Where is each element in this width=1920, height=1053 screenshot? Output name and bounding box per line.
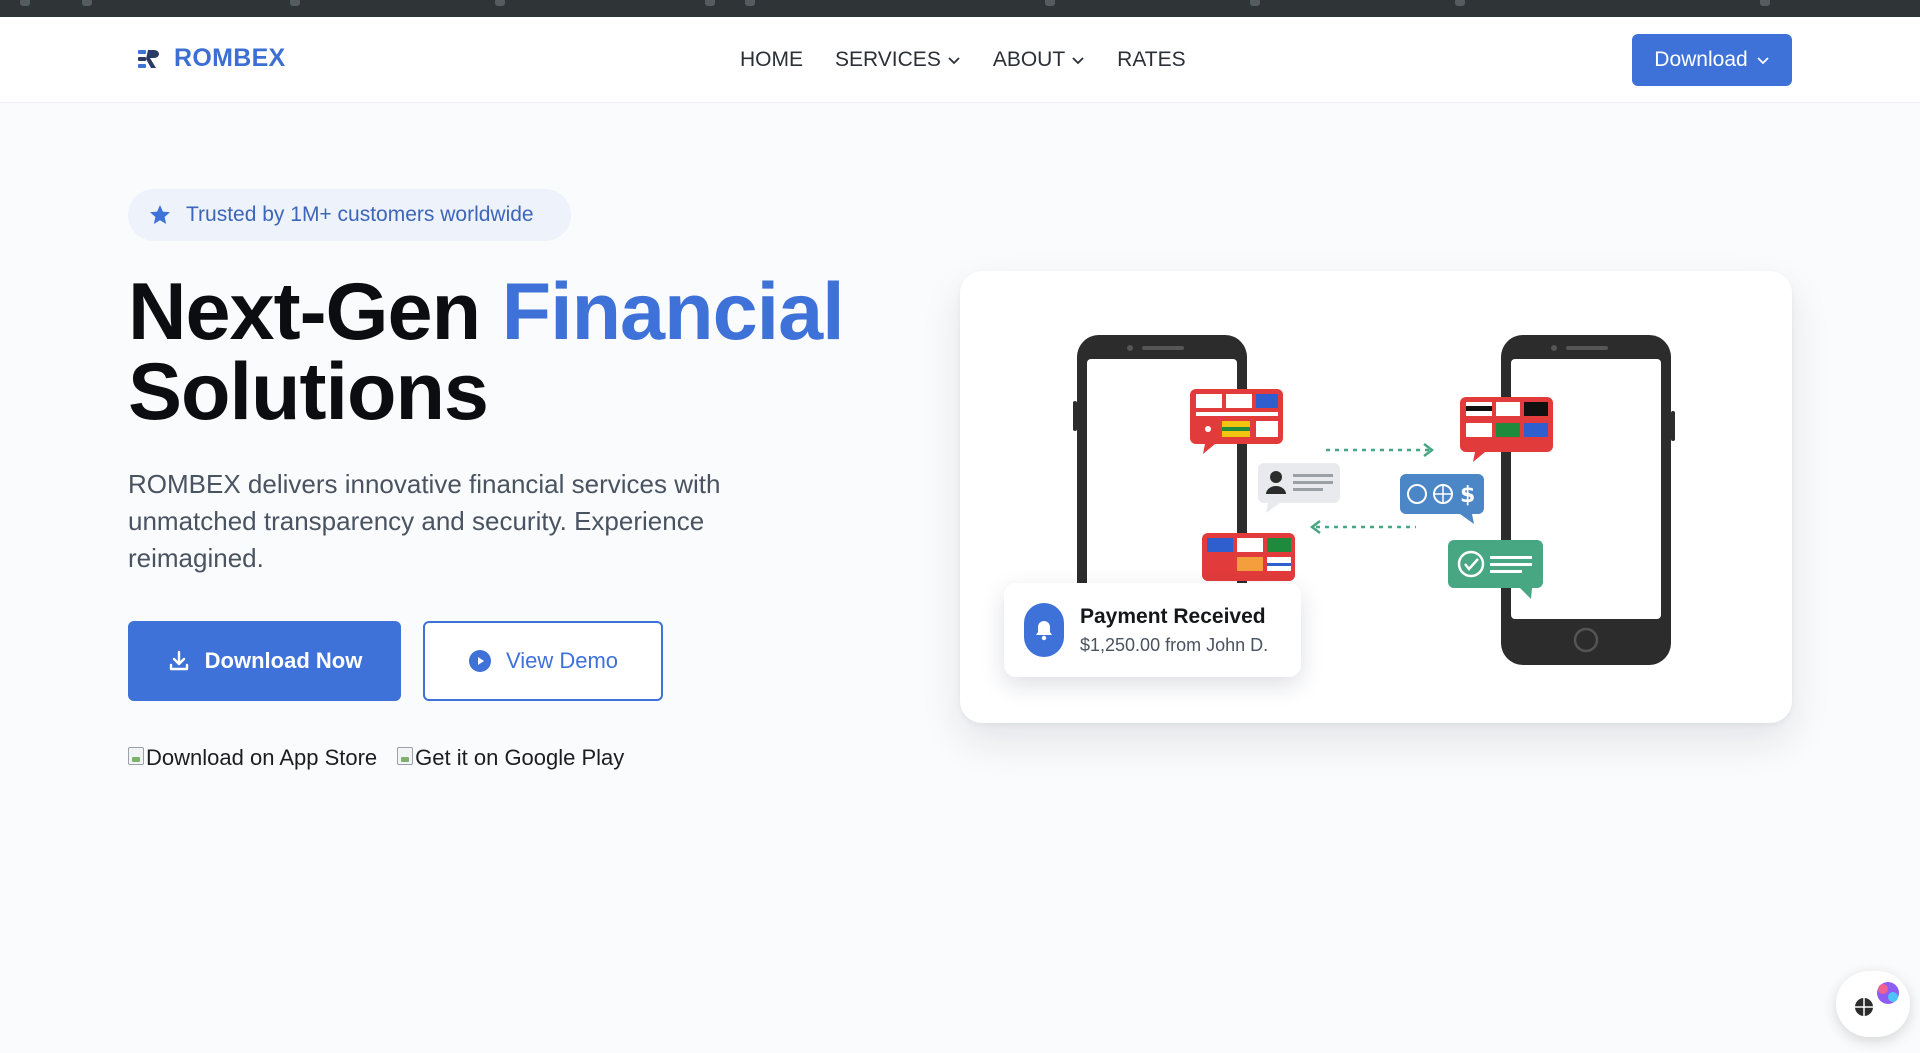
nav-rates-label: RATES [1117, 48, 1186, 71]
app-icon [1045, 0, 1055, 6]
main-nav: HOME SERVICES ABOUT RATES [740, 48, 1186, 72]
download-dropdown-label: Download [1654, 48, 1748, 71]
nav-home-label: HOME [740, 48, 803, 71]
assistant-icon [1855, 982, 1899, 1016]
bell-icon [1036, 621, 1052, 641]
app-icon [1250, 0, 1260, 6]
nav-about[interactable]: ABOUT [993, 48, 1085, 72]
app-icon [745, 0, 755, 6]
svg-text:$: $ [1460, 483, 1475, 508]
download-dropdown-button[interactable]: Download [1632, 34, 1792, 86]
bell-icon-badge [1024, 603, 1064, 657]
top-navbar: ROMBEX HOME SERVICES ABOUT RATES Downloa… [0, 17, 1920, 103]
notification-detail: $1,250.00 from John D. [1080, 634, 1269, 655]
hero-lead: ROMBEX delivers innovative financial ser… [128, 469, 721, 573]
view-demo-label: View Demo [505, 648, 619, 673]
payment-notification: Payment Received $1,250.00 from John D. [1004, 583, 1301, 677]
chevron-down-icon [948, 57, 960, 65]
hero-headline: Next-Gen Financial Solutions [128, 272, 888, 433]
brand-name: ROMBEX [174, 44, 286, 72]
notification-text: Payment Received $1,250.00 from John D. [1080, 605, 1268, 656]
notification-title: Payment Received [1080, 604, 1266, 628]
os-status-bar [0, 0, 1920, 17]
google-play-link[interactable]: Get it on Google Play [397, 745, 624, 771]
right-phone-graphic [1501, 335, 1675, 665]
nav-home[interactable]: HOME [740, 48, 803, 72]
headline-accent: Financial [501, 267, 845, 357]
app-icon [1455, 0, 1465, 6]
app-icon [20, 0, 30, 6]
store-links: Download on App Store Get it on Google P… [128, 745, 624, 771]
chevron-down-icon [1757, 57, 1769, 65]
trust-badge-text: Trusted by 1M+ customers worldwide [186, 203, 534, 226]
nav-services[interactable]: SERVICES [835, 48, 961, 72]
broken-image-icon [397, 747, 414, 765]
app-icon [82, 0, 92, 6]
currency-bubble: $ [1400, 474, 1484, 524]
trust-badge: Trusted by 1M+ customers worldwide [128, 189, 571, 241]
nav-about-label: ABOUT [992, 48, 1066, 71]
star-icon [150, 205, 170, 224]
app-icon [705, 0, 715, 6]
nav-services-label: SERVICES [835, 48, 941, 71]
floating-assistant-widget[interactable] [1836, 971, 1910, 1037]
app-store-link[interactable]: Download on App Store [128, 745, 377, 771]
app-icon [290, 0, 300, 6]
play-circle-icon [468, 650, 491, 672]
app-icon [495, 0, 505, 6]
google-play-alt-text: Get it on Google Play [415, 745, 625, 770]
headline-part-2: Solutions [128, 347, 489, 437]
nav-rates[interactable]: RATES [1117, 48, 1185, 72]
app-icon [1760, 0, 1770, 6]
headline-part-1: Next-Gen [128, 267, 481, 357]
brand-logo[interactable]: ROMBEX [136, 44, 286, 73]
flag-bubble-bottom-left [1202, 533, 1295, 581]
broken-image-icon [128, 747, 144, 765]
download-now-label: Download Now [204, 648, 363, 673]
confirmation-bubble [1448, 540, 1543, 599]
rombex-logo-icon [138, 49, 159, 68]
download-now-button[interactable]: Download Now [128, 621, 401, 701]
app-store-alt-text: Download on App Store [146, 745, 378, 770]
contact-bubble [1258, 463, 1340, 513]
view-demo-button[interactable]: View Demo [423, 621, 663, 701]
download-icon [169, 650, 188, 671]
chevron-down-icon [1072, 57, 1084, 65]
